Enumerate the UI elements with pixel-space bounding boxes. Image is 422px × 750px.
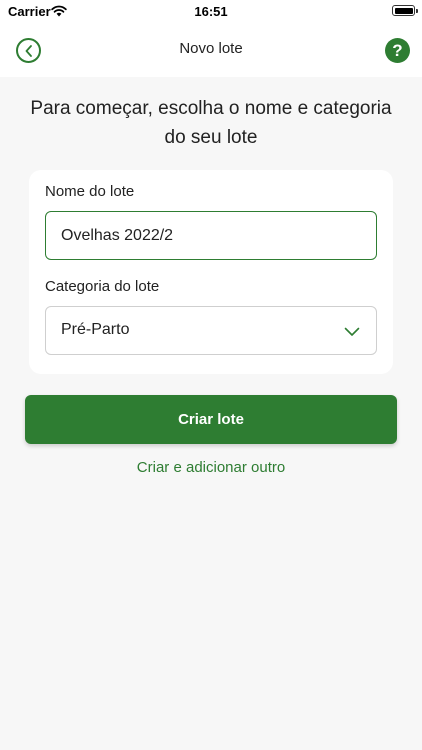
battery-icon [392,5,415,16]
category-select[interactable]: Pré-Parto [45,306,377,355]
page-title: Novo lote [179,40,243,57]
clock: 16:51 [194,4,228,19]
category-selected-value: Pré-Parto [61,321,130,338]
name-field-label: Nome do lote [45,183,135,200]
status-bar: Carrier 16:51 [0,0,422,24]
chevron-down-icon [344,324,360,342]
form-card: Nome do lote Categoria do lote Pré-Parto [29,170,393,374]
create-and-add-another-link[interactable]: Criar e adicionar outro [0,459,422,476]
question-mark-icon: ? [392,40,403,60]
navigation-bar: Novo lote ? [0,24,422,77]
form-heading: Para começar, escolha o nome e categoria… [30,98,392,148]
create-lot-button[interactable]: Criar lote [25,395,397,444]
lot-name-input[interactable] [45,211,377,260]
battery-tip [416,9,418,13]
help-button[interactable]: ? [385,38,410,63]
category-field-label: Categoria do lote [45,278,160,295]
